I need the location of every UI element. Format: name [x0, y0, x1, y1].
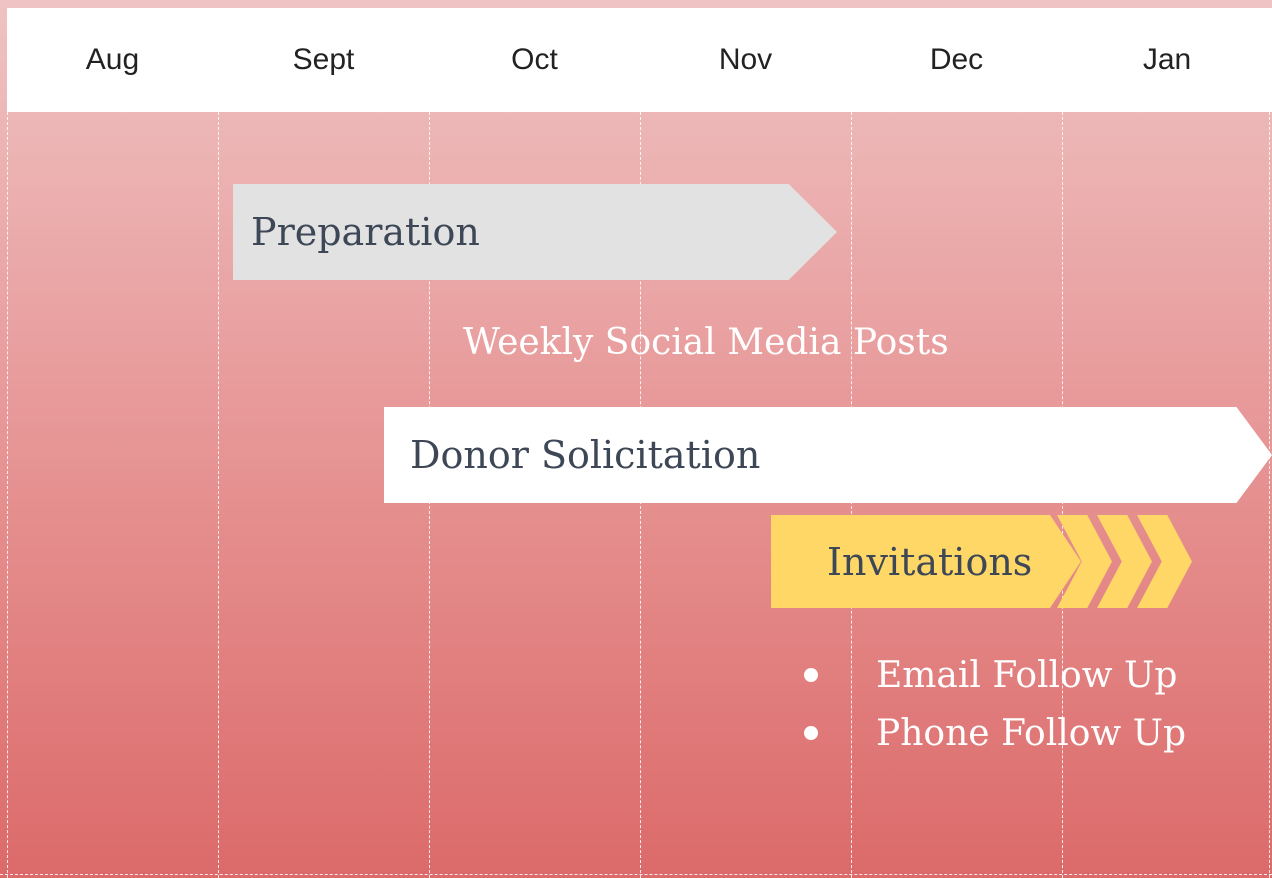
- list-item: Phone Follow Up: [800, 704, 1186, 762]
- preparation-label: Preparation: [251, 210, 480, 254]
- month-jan: Jan: [1142, 43, 1192, 76]
- invitations-label: Invitations: [827, 539, 1033, 584]
- follow-up-phone: Phone Follow Up: [876, 712, 1187, 754]
- month-aug: Aug: [85, 43, 140, 76]
- follow-up-email: Email Follow Up: [876, 654, 1178, 696]
- social-media-label: Weekly Social Media Posts: [463, 322, 949, 363]
- follow-up-list: Email Follow Up Phone Follow Up: [800, 646, 1186, 762]
- invitations-bar: Invitations: [771, 515, 1081, 608]
- month-nov: Nov: [718, 43, 773, 76]
- bullet-icon: [804, 726, 818, 740]
- month-sept: Sept: [292, 43, 355, 76]
- donor-solicitation-bar: Donor Solicitation: [384, 407, 1272, 503]
- month-oct: Oct: [511, 43, 558, 76]
- list-item: Email Follow Up: [800, 646, 1186, 704]
- bullet-icon: [804, 668, 818, 682]
- month-dec: Dec: [929, 43, 984, 76]
- top-strip: [0, 0, 1272, 8]
- donor-solicitation-label: Donor Solicitation: [410, 433, 761, 477]
- preparation-bar: Preparation: [233, 184, 837, 280]
- month-header: Aug Sept Oct Nov Dec Jan: [7, 8, 1272, 112]
